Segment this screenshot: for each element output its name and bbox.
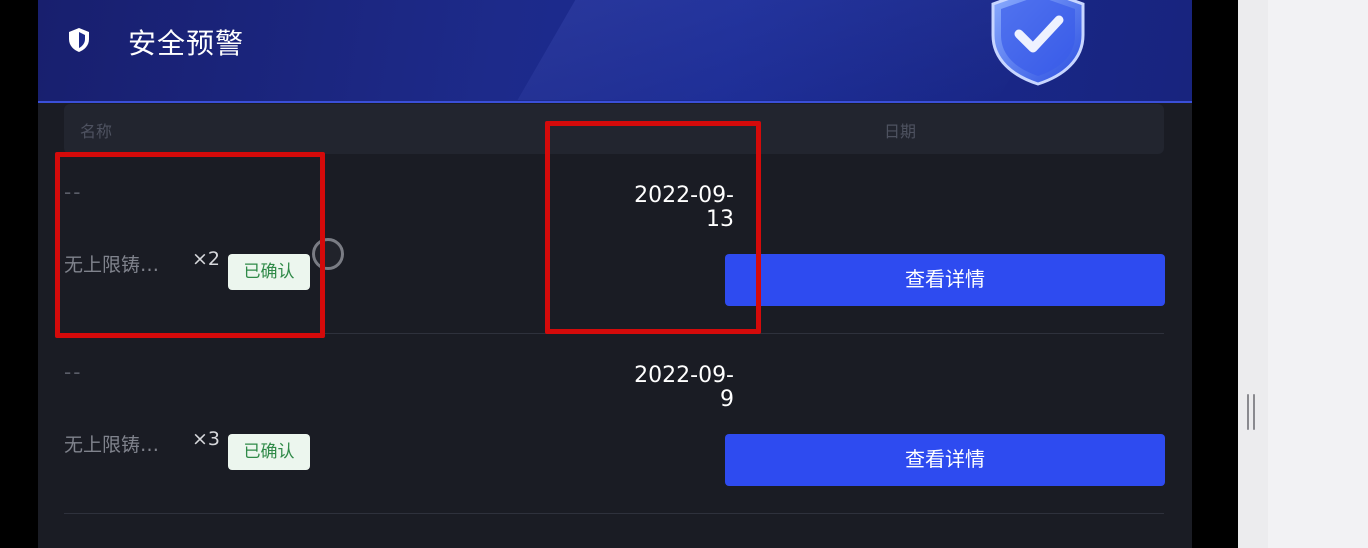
item-name: 无上限铸… bbox=[64, 434, 160, 456]
view-details-button[interactable]: 查看详情 bbox=[725, 254, 1165, 306]
shield-check-illustration bbox=[991, 0, 1085, 86]
left-bezel bbox=[0, 0, 38, 548]
column-header-name: 名称 bbox=[80, 122, 113, 141]
shield-icon bbox=[69, 28, 89, 52]
split-divider[interactable] bbox=[1238, 0, 1268, 548]
row-placeholder: -- bbox=[64, 360, 83, 384]
highlight-box-name bbox=[55, 152, 325, 338]
drag-handle-icon[interactable] bbox=[1245, 394, 1257, 430]
page-header: 安全预警 bbox=[38, 0, 1192, 103]
column-header-date: 日期 bbox=[884, 122, 917, 141]
table-row: -- 无上限铸… ×3 已确认 2022-09- 9 查看详情 bbox=[64, 334, 1165, 514]
row-date: 2022-09- 9 bbox=[544, 364, 734, 412]
view-details-button[interactable]: 查看详情 bbox=[725, 434, 1165, 486]
page-title: 安全预警 bbox=[128, 27, 245, 60]
highlight-box-date bbox=[545, 121, 761, 334]
item-multiplier: ×3 bbox=[192, 428, 221, 450]
row-date-line2: 9 bbox=[720, 387, 734, 412]
row-date-line1: 2022-09- bbox=[634, 363, 734, 388]
status-badge: 已确认 bbox=[228, 434, 310, 470]
right-bezel bbox=[1192, 0, 1238, 548]
